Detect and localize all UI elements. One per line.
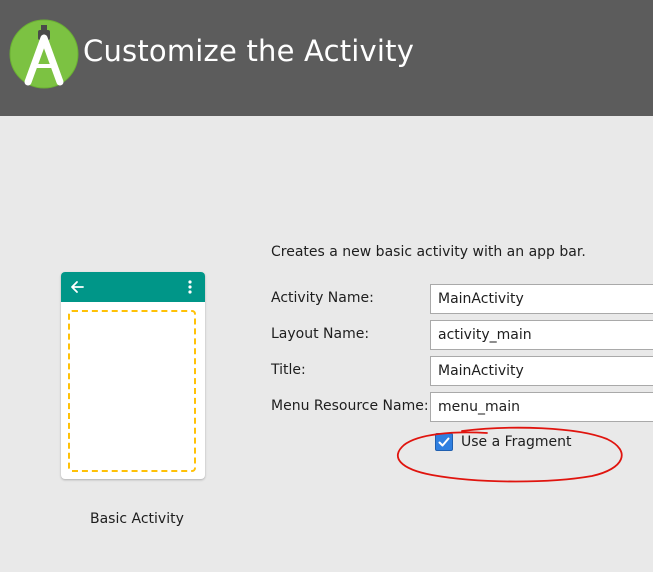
android-studio-logo-icon	[9, 19, 79, 89]
layout-name-input[interactable]	[430, 320, 653, 350]
preview-fragment-area	[68, 310, 196, 472]
template-preview	[61, 272, 205, 479]
more-vertical-icon	[188, 280, 192, 294]
activity-description: Creates a new basic activity with an app…	[271, 244, 586, 260]
arrow-back-icon	[71, 281, 84, 293]
header-bar: Customize the Activity	[0, 0, 653, 116]
menu-resource-name-label: Menu Resource Name:	[271, 398, 429, 414]
page-title: Customize the Activity	[83, 34, 415, 68]
use-fragment-checkbox[interactable]	[435, 433, 453, 451]
red-circle-annotation	[397, 426, 623, 483]
layout-name-label: Layout Name:	[271, 326, 370, 342]
template-name: Basic Activity	[90, 511, 184, 527]
activity-name-label: Activity Name:	[271, 290, 374, 306]
preview-app-bar	[61, 272, 205, 302]
checkmark-icon	[438, 437, 450, 447]
use-fragment-label[interactable]: Use a Fragment	[461, 434, 572, 450]
title-input[interactable]	[430, 356, 653, 386]
title-label: Title:	[271, 362, 306, 378]
menu-resource-name-input[interactable]	[430, 392, 653, 422]
activity-name-input[interactable]	[430, 284, 653, 314]
